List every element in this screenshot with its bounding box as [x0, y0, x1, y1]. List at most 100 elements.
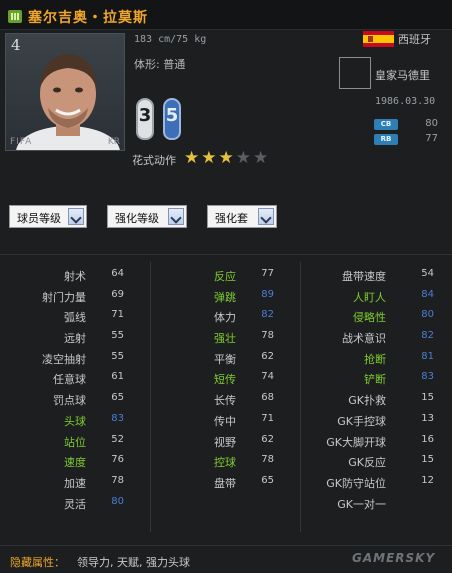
chevron-down-icon[interactable] — [258, 208, 274, 225]
stat-value: 78 — [261, 454, 274, 466]
star-icon: ★ — [235, 148, 251, 168]
stat-row: 反应 77 — [150, 265, 300, 286]
hidden-attributes-label: 隐藏属性： — [10, 556, 65, 569]
chevron-down-icon[interactable] — [168, 208, 184, 225]
stat-value: 64 — [111, 268, 124, 279]
stat-row: 短传 74 — [150, 368, 300, 389]
stat-value: 77 — [261, 268, 274, 279]
star-icon: ★ — [218, 148, 234, 168]
stat-value: 78 — [111, 474, 124, 486]
stat-value: 71 — [111, 309, 124, 321]
stat-row: 强壮 78 — [150, 327, 300, 348]
stat-value: 81 — [421, 350, 434, 362]
player-face-image — [16, 54, 120, 150]
stat-row: 头球 83 — [0, 410, 150, 431]
stat-value: 82 — [261, 309, 274, 321]
stat-value: 74 — [261, 371, 274, 383]
right-foot-icon: 5 — [163, 98, 181, 140]
stat-row: 加速 78 — [0, 472, 150, 493]
stat-row: 侵略性 80 — [300, 306, 452, 327]
stat-name: GK手控球 — [337, 414, 386, 428]
stats-column-physical: 反应 77 弹跳 89 体力 82 强壮 78 平衡 62 短传 74 长传 68 传中 71 视野 62 控球 78… — [150, 265, 300, 493]
player-header: 塞尔吉奥・拉莫斯 — [0, 0, 452, 30]
position-tag: CB — [374, 119, 398, 130]
stat-value: 54 — [421, 268, 434, 279]
position-row: RB 77 — [374, 133, 438, 147]
left-foot-icon: 3 — [136, 98, 154, 140]
stat-row: 传中 71 — [150, 410, 300, 431]
dropdown-label: 球员等级 — [17, 212, 61, 225]
position-tag: RB — [374, 134, 398, 145]
stat-name: 视野 — [214, 435, 236, 449]
stat-row: GK反应 15 — [300, 451, 452, 472]
stat-name: 人盯人 — [353, 290, 386, 304]
stat-value: 61 — [111, 371, 124, 383]
stat-value: 62 — [261, 350, 274, 362]
stat-name: 战术意识 — [342, 332, 386, 346]
stat-value: 13 — [421, 412, 434, 424]
chevron-down-icon[interactable] — [68, 208, 84, 225]
stat-name: 盘带 — [214, 476, 236, 490]
stat-row: 视野 62 — [150, 431, 300, 452]
stat-row: 射门力量 69 — [0, 286, 150, 307]
upgrade-set-dropdown[interactable]: 强化套 — [207, 205, 277, 228]
stat-value: 55 — [111, 350, 124, 362]
stat-name: 盘带速度 — [342, 270, 386, 283]
stat-value: 82 — [421, 330, 434, 342]
club-logo-icon — [339, 57, 371, 89]
left-foot-rating: 3 — [138, 105, 152, 126]
stat-name: 射术 — [64, 270, 86, 283]
stat-row: 盘带速度 54 — [300, 265, 452, 286]
stat-value: 80 — [421, 309, 434, 321]
position-row: CB 80 — [374, 118, 438, 132]
stat-name: 头球 — [64, 414, 86, 428]
shirt-number: 4 — [11, 36, 21, 54]
section-divider — [0, 254, 452, 255]
stat-value: 15 — [421, 454, 434, 466]
stats-column-defense: 盘带速度 54 人盯人 84 侵略性 80 战术意识 82 抢断 81 铲断 83 GK扑救 15 GK手控… — [300, 265, 452, 513]
stat-name: 抢断 — [364, 352, 386, 366]
stat-row: 控球 78 — [150, 451, 300, 472]
rank-badge-icon — [8, 10, 22, 23]
spain-flag-icon — [363, 31, 394, 47]
stat-value: 89 — [261, 288, 274, 300]
stat-name: GK大脚开球 — [326, 435, 386, 449]
stat-name: 弧线 — [64, 311, 86, 325]
skill-moves-label: 花式动作 — [132, 154, 176, 167]
body-type: 体形: 普通 — [134, 58, 186, 71]
stat-row: 长传 68 — [150, 389, 300, 410]
stat-row: 抢断 81 — [300, 348, 452, 369]
upgrade-level-dropdown[interactable]: 强化等级 — [107, 205, 187, 228]
stat-row: 盘带 65 — [150, 472, 300, 493]
stat-name: 短传 — [214, 373, 236, 387]
stat-value: 15 — [421, 392, 434, 404]
stat-row: 远射 55 — [0, 327, 150, 348]
dropdown-label: 强化等级 — [115, 212, 159, 225]
stat-name: 传中 — [214, 414, 236, 428]
stat-name: 平衡 — [214, 352, 236, 366]
player-card: 塞尔吉奥・拉莫斯 4 FIFA KR 183 cm/75 kg 体形: 普通 3… — [0, 0, 452, 573]
position-rating: 77 — [425, 133, 438, 144]
portrait-watermark-left: FIFA — [10, 137, 33, 147]
star-icon: ★ — [201, 148, 217, 168]
stat-name: 强壮 — [214, 332, 236, 346]
stat-row: 铲断 83 — [300, 368, 452, 389]
stat-name: 弹跳 — [214, 290, 236, 304]
player-portrait: 4 FIFA KR — [5, 33, 125, 151]
stat-name: 任意球 — [53, 373, 86, 387]
stat-row: GK扑救 15 — [300, 389, 452, 410]
stat-row: 站位 52 — [0, 431, 150, 452]
stat-name: GK防守站位 — [326, 476, 386, 490]
site-watermark: GAMERSKY — [352, 551, 436, 565]
stat-name: 长传 — [214, 394, 236, 408]
stat-row: 罚点球 65 — [0, 389, 150, 410]
stat-value: 65 — [111, 392, 124, 404]
stat-value: 55 — [111, 330, 124, 342]
stat-name: 射门力量 — [42, 290, 86, 304]
stat-row: GK大脚开球 16 — [300, 431, 452, 452]
stat-row: 任意球 61 — [0, 368, 150, 389]
stat-row: 射术 64 — [0, 265, 150, 286]
stat-row: 弹跳 89 — [150, 286, 300, 307]
stat-value: 12 — [421, 474, 434, 486]
player-level-dropdown[interactable]: 球员等级 — [9, 205, 87, 228]
